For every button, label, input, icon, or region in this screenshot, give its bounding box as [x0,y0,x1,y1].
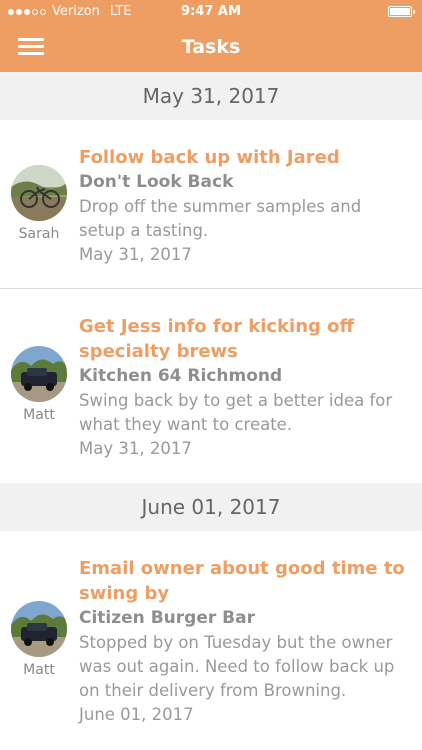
task-date: May 31, 2017 [79,245,192,264]
battery-icon [388,6,415,17]
task-date: May 31, 2017 [79,439,192,458]
status-time: 9:47 AM [181,4,241,19]
assignee: Matt [10,601,68,678]
task-title: Follow back up with Jared [79,147,340,168]
task-date: June 01, 2017 [79,705,194,724]
section-date-header: June 01, 2017 [0,483,422,531]
task-account: Kitchen 64 Richmond [79,366,283,386]
truck-photo-avatar [11,346,67,402]
task-title: Email owner about good time to swing by [79,558,405,604]
bicycle-photo-avatar [11,165,67,221]
task-note: Drop off the summer samples and setup a … [79,197,362,240]
task-note: Swing back by to get a better idea for w… [79,391,393,434]
assignee-name: Matt [23,662,55,678]
task-card[interactable]: Sarah Follow back up with Jared Don't Lo… [0,120,422,289]
top-bar: Verizon LTE 9:47 AM Tasks [0,0,422,72]
section-date-header: May 31, 2017 [0,72,422,120]
task-title: Get Jess info for kicking off specialty … [79,316,355,362]
truck-photo-avatar [11,601,67,657]
task-note: Stopped by on Tuesday but the owner was … [79,633,395,700]
task-card[interactable]: Matt Email owner about good time to swin… [0,531,422,750]
page-title: Tasks [181,36,241,58]
task-account: Citizen Burger Bar [79,608,255,628]
assignee-name: Matt [23,407,55,423]
task-account: Don't Look Back [79,172,234,192]
assignee-name: Sarah [18,226,60,242]
assignee: Sarah [10,165,68,242]
assignee: Matt [10,346,68,423]
status-bar: Verizon LTE 9:47 AM [0,0,422,24]
task-card[interactable]: Matt Get Jess info for kicking off speci… [0,289,422,483]
